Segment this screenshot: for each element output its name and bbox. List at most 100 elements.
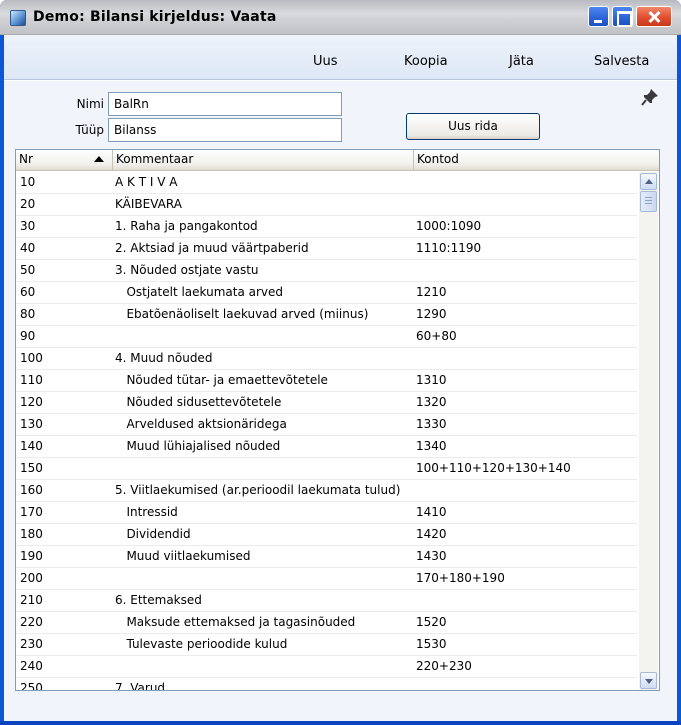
table-row[interactable]: 30 1. Raha ja pangakontod 1000:1090 <box>16 216 637 238</box>
cell-nr: 230 <box>20 637 43 651</box>
cell-nr: 120 <box>20 395 43 409</box>
table-row[interactable]: 200 170+180+190 <box>16 568 637 590</box>
cell-kommentaar: Muud viitlaekumised <box>115 549 251 563</box>
cell-kommentaar: Tulevaste perioodide kulud <box>115 637 288 651</box>
cell-nr: 220 <box>20 615 43 629</box>
type-field[interactable]: Bilanss <box>108 118 342 142</box>
cell-kommentaar: Nõuded sidusettevõtetele <box>115 395 282 409</box>
scroll-up-icon <box>645 179 653 184</box>
cell-nr: 150 <box>20 461 43 475</box>
close-button[interactable] <box>636 6 672 27</box>
cell-nr: 20 <box>20 197 36 211</box>
table-row[interactable]: 110 Nõuded tütar- ja emaettevõtetele 1310 <box>16 370 637 392</box>
new-row-button[interactable]: Uus rida <box>406 113 540 140</box>
cell-kommentaar: 7. Varud <box>115 681 166 691</box>
table-row[interactable]: 160 5. Viitlaekumised (ar.perioodil laeku… <box>16 480 637 502</box>
new-button[interactable]: Uus <box>313 54 338 69</box>
scroll-thumb[interactable] <box>640 191 657 212</box>
cell-nr: 100 <box>20 351 43 365</box>
cell-kontod: 100+110+120+130+140 <box>416 461 571 475</box>
maximize-icon <box>613 7 632 27</box>
cell-nr: 90 <box>20 329 36 343</box>
cell-kommentaar: Dividendid <box>115 527 191 541</box>
table-row[interactable]: 20 KÄIBEVARA <box>16 194 637 216</box>
pin-icon[interactable] <box>640 87 660 107</box>
scroll-up-button[interactable] <box>640 173 657 190</box>
cell-kommentaar: Nõuded tütar- ja emaettevõtetele <box>115 373 328 387</box>
cell-nr: 160 <box>20 483 43 497</box>
table-row[interactable]: 80 Ebatõenäoliselt laekuvad arved (miinu… <box>16 304 637 326</box>
maximize-button[interactable] <box>612 6 633 27</box>
name-field[interactable]: BalRn <box>108 92 342 116</box>
cell-kommentaar: 5. Viitlaekumised (ar.perioodil laekumat… <box>115 483 401 497</box>
copy-button[interactable]: Koopia <box>404 54 448 69</box>
app-window-icon <box>10 10 26 26</box>
table-row[interactable]: 50 3. Nõuded ostjate vastu <box>16 260 637 282</box>
grid-header: Nr Kommentaar Kontod <box>16 150 659 171</box>
save-button[interactable]: Salvesta <box>594 54 649 69</box>
cell-nr: 110 <box>20 373 43 387</box>
cell-kommentaar: Intressid <box>115 505 178 519</box>
table-row[interactable]: 170 Intressid 1410 <box>16 502 637 524</box>
cell-kommentaar: 4. Muud nõuded <box>115 351 213 365</box>
title-bar[interactable]: Demo: Bilansi kirjeldus: Vaata <box>0 0 681 35</box>
cell-kontod: 1420 <box>416 527 447 541</box>
cell-nr: 10 <box>20 175 36 189</box>
cell-nr: 210 <box>20 593 43 607</box>
table-row[interactable]: 230 Tulevaste perioodide kulud 1530 <box>16 634 637 656</box>
table-row[interactable]: 210 6. Ettemaksed <box>16 590 637 612</box>
column-header-kommentaar[interactable]: Kommentaar <box>113 150 414 170</box>
cell-kommentaar: Arveldused aktsionäridega <box>115 417 287 431</box>
cell-kontod: 1530 <box>416 637 447 651</box>
cell-kontod: 1320 <box>416 395 447 409</box>
cell-nr: 40 <box>20 241 36 255</box>
cell-nr: 130 <box>20 417 43 431</box>
cell-kommentaar: Ebatõenäoliselt laekuvad arved (miinus) <box>115 307 369 321</box>
cell-nr: 60 <box>20 285 36 299</box>
column-header-kontod[interactable]: Kontod <box>414 150 659 170</box>
table-row[interactable]: 240 220+230 <box>16 656 637 678</box>
cell-nr: 240 <box>20 659 43 673</box>
column-header-nr[interactable]: Nr <box>16 150 113 170</box>
vertical-scrollbar[interactable] <box>639 172 658 690</box>
cell-nr: 200 <box>20 571 43 585</box>
window-frame-bottom <box>0 721 681 725</box>
cell-kontod: 170+180+190 <box>416 571 505 585</box>
sort-ascending-icon <box>94 156 104 162</box>
cell-kommentaar: Maksude ettemaksed ja tagasinõuded <box>115 615 356 629</box>
cell-kommentaar: Muud lühiajalised nõuded <box>115 439 281 453</box>
window: Demo: Bilansi kirjeldus: Vaata Uus Koopi… <box>0 0 681 725</box>
table-row[interactable]: 90 60+80 <box>16 326 637 348</box>
table-row[interactable]: 60 Ostjatelt laekumata arved 1210 <box>16 282 637 304</box>
table-row[interactable]: 10 A K T I V A <box>16 172 637 194</box>
table-row[interactable]: 220 Maksude ettemaksed ja tagasinõuded 15… <box>16 612 637 634</box>
cell-kontod: 1210 <box>416 285 447 299</box>
cell-kommentaar: 6. Ettemaksed <box>115 593 202 607</box>
skip-button[interactable]: Jäta <box>509 54 534 69</box>
cell-nr: 250 <box>20 681 43 691</box>
table-row[interactable]: 190 Muud viitlaekumised 1430 <box>16 546 637 568</box>
status-bar <box>4 707 677 721</box>
table-row[interactable]: 140 Muud lühiajalised nõuded 1340 <box>16 436 637 458</box>
rows-grid[interactable]: Nr Kommentaar Kontod 10 A K T I V A 20 KÄIB… <box>15 149 660 691</box>
toolbar: Uus Koopia Jäta Salvesta <box>4 35 677 80</box>
table-row[interactable]: 120 Nõuded sidusettevõtetele 1320 <box>16 392 637 414</box>
cell-kontod: 1340 <box>416 439 447 453</box>
table-row[interactable]: 100 4. Muud nõuded <box>16 348 637 370</box>
table-row[interactable]: 40 2. Aktsiad ja muud väärtpaberid 1110:11… <box>16 238 637 260</box>
cell-kommentaar: 2. Aktsiad ja muud väärtpaberid <box>115 241 309 255</box>
cell-nr: 50 <box>20 263 36 277</box>
close-icon <box>637 7 671 26</box>
minimize-button[interactable] <box>588 6 609 27</box>
cell-kontod: 1110:1190 <box>416 241 482 255</box>
cell-nr: 180 <box>20 527 43 541</box>
name-label: Nimi <box>76 97 104 111</box>
minimize-icon <box>589 7 608 26</box>
cell-kontod: 60+80 <box>416 329 457 343</box>
table-row[interactable]: 130 Arveldused aktsionäridega 1330 <box>16 414 637 436</box>
cell-kontod: 1330 <box>416 417 447 431</box>
table-row[interactable]: 250 7. Varud <box>16 678 637 691</box>
table-row[interactable]: 150 100+110+120+130+140 <box>16 458 637 480</box>
table-row[interactable]: 180 Dividendid 1420 <box>16 524 637 546</box>
scroll-down-button[interactable] <box>640 672 657 689</box>
